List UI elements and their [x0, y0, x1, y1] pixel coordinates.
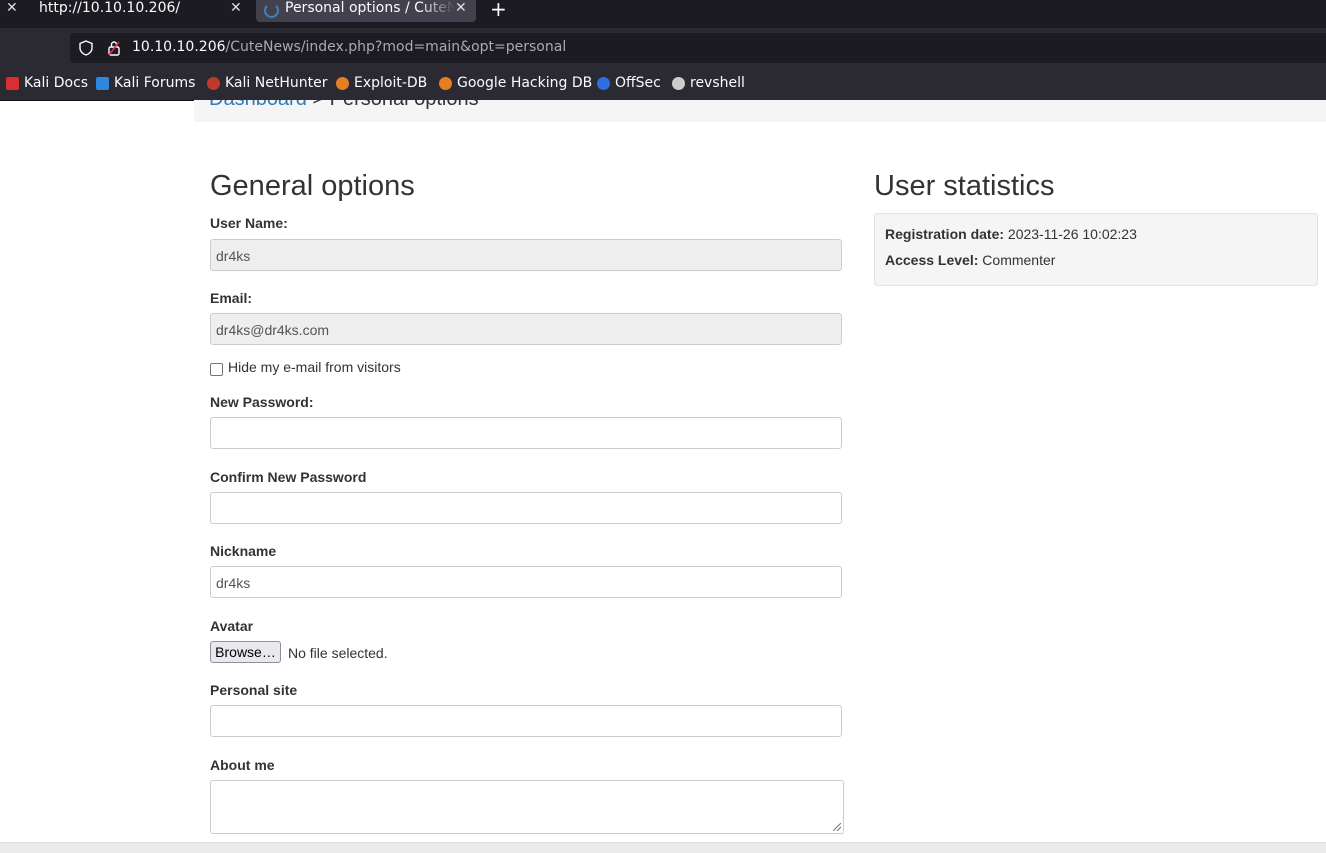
- tab-title: http://10.10.10.206/: [39, 0, 181, 16]
- bookmark-revshell[interactable]: revshell: [672, 75, 745, 91]
- username-field: dr4ks: [210, 239, 842, 271]
- hide-email-label[interactable]: Hide my e-mail from visitors: [228, 359, 401, 375]
- bookmark-label: Exploit-DB: [354, 75, 428, 91]
- ghdb-icon: [439, 76, 452, 90]
- bookmark-exploit-db[interactable]: Exploit-DB: [336, 75, 427, 91]
- username-label: User Name:: [210, 215, 288, 231]
- tab-bar: ✕ http://10.10.10.206/ ✕ Personal option…: [0, 0, 1326, 28]
- close-icon[interactable]: ✕: [230, 0, 242, 16]
- personal-site-label: Personal site: [210, 682, 298, 698]
- confirm-password-label: Confirm New Password: [210, 469, 367, 485]
- email-field: dr4ks@dr4ks.com: [210, 313, 842, 345]
- new-password-label: New Password:: [210, 394, 314, 410]
- no-file-text: No file selected.: [288, 645, 388, 661]
- tab-home[interactable]: ✕ http://10.10.10.206/ ✕: [0, 0, 250, 22]
- shield-icon[interactable]: [79, 40, 93, 56]
- registration-date-value: 2023-11-26 10:02:23: [1007, 226, 1137, 242]
- access-level-row: Access Level: Commenter: [885, 252, 1055, 268]
- lock-icon[interactable]: [107, 40, 121, 56]
- avatar-label: Avatar: [210, 618, 254, 634]
- breadcrumb-current: Personal options: [330, 100, 479, 110]
- new-tab-icon[interactable]: +: [490, 0, 507, 21]
- access-level-value: Commenter: [982, 252, 1056, 268]
- breadcrumb-dashboard-link[interactable]: Dashboard: [209, 100, 307, 110]
- skull-icon: [672, 76, 685, 90]
- user-statistics-panel: Registration date: 2023-11-26 10:02:23 A…: [874, 213, 1318, 286]
- bookmarks-toolbar: Kali Docs Kali Forums Kali NetHunter Exp…: [0, 68, 1326, 101]
- about-me-label: About me: [210, 757, 275, 773]
- bookmark-offsec[interactable]: OffSec: [597, 75, 661, 91]
- resize-grip-icon[interactable]: [833, 823, 841, 831]
- breadcrumb-separator: >: [307, 100, 330, 110]
- kali-docs-icon: [6, 76, 19, 90]
- new-password-field[interactable]: [210, 417, 842, 449]
- bookmark-kali-docs[interactable]: Kali Docs: [6, 75, 88, 91]
- url-text: 10.10.10.206/CuteNews/index.php?mod=main…: [132, 39, 566, 55]
- status-bar: [0, 842, 1326, 853]
- personal-site-field[interactable]: [210, 705, 842, 737]
- email-label: Email:: [210, 290, 253, 306]
- bookmark-label: Google Hacking DB: [457, 75, 593, 91]
- browse-button[interactable]: Browse…: [210, 641, 281, 663]
- bookmark-label: OffSec: [615, 75, 661, 91]
- bookmark-label: Kali NetHunter: [225, 75, 328, 91]
- user-statistics-title: User statistics: [874, 170, 1055, 202]
- about-me-textarea[interactable]: [210, 780, 844, 834]
- url-host: 10.10.10.206: [132, 39, 226, 55]
- loading-icon: [264, 3, 279, 18]
- exploit-db-icon: [336, 76, 349, 90]
- registration-date-row: Registration date: 2023-11-26 10:02:23: [885, 226, 1137, 242]
- breadcrumb: Dashboard > Personal options: [194, 100, 1326, 122]
- bookmark-google-hacking-db[interactable]: Google Hacking DB: [439, 75, 592, 91]
- offsec-icon: [597, 76, 610, 90]
- tab-title: Personal options / CuteNews: [285, 0, 455, 16]
- bookmark-label: Kali Docs: [24, 75, 89, 91]
- registration-date-label: Registration date:: [885, 226, 1005, 242]
- nickname-field[interactable]: dr4ks: [210, 566, 842, 598]
- close-icon[interactable]: ✕: [455, 0, 467, 16]
- url-path: /CuteNews/index.php?mod=main&opt=persona…: [225, 39, 567, 55]
- close-icon[interactable]: ✕: [6, 0, 18, 16]
- kali-nethunter-icon: [207, 76, 220, 90]
- kali-forums-icon: [96, 76, 109, 90]
- nickname-label: Nickname: [210, 543, 277, 559]
- bookmark-kali-forums[interactable]: Kali Forums: [96, 75, 195, 91]
- breadcrumb-text: Dashboard > Personal options: [209, 100, 479, 111]
- confirm-password-field[interactable]: [210, 492, 842, 524]
- access-level-label: Access Level:: [885, 252, 979, 268]
- navigation-bar: 10.10.10.206/CuteNews/index.php?mod=main…: [0, 28, 1326, 68]
- bookmark-kali-nethunter[interactable]: Kali NetHunter: [207, 75, 327, 91]
- address-bar[interactable]: 10.10.10.206/CuteNews/index.php?mod=main…: [70, 33, 1326, 63]
- tab-personal-options[interactable]: Personal options / CuteNews ✕: [256, 0, 476, 22]
- hide-email-checkbox[interactable]: [210, 363, 223, 376]
- general-options-title: General options: [210, 170, 415, 202]
- bookmark-label: Kali Forums: [114, 75, 196, 91]
- bookmark-label: revshell: [690, 75, 745, 91]
